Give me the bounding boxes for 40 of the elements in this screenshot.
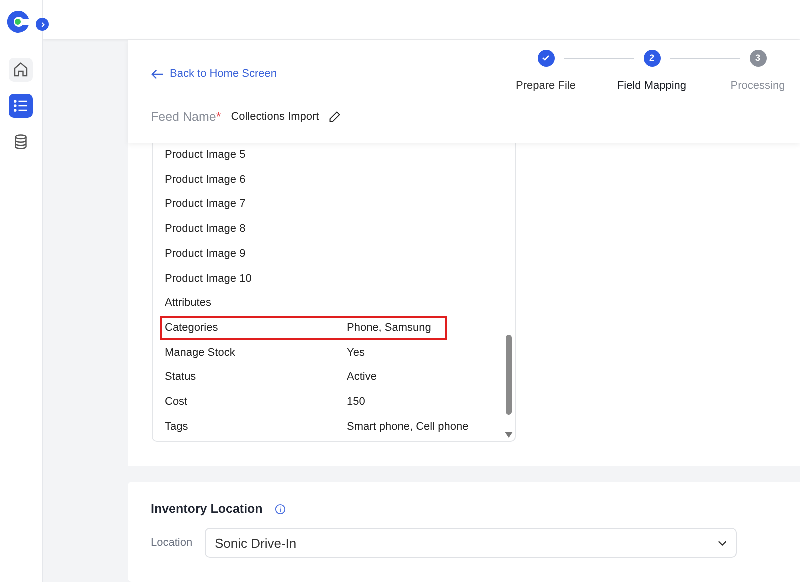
field-value: Smart phone, Cell phone [347,420,469,433]
field-name: Product Image 6 [165,174,247,186]
back-link[interactable]: Back to Home Screen [151,68,277,81]
step-number: 2 [644,50,660,67]
nav-home-button[interactable] [9,58,33,82]
field-name: Tags [165,420,190,433]
arrow-left-icon [151,68,164,81]
location-label: Location [151,537,194,549]
field-value: 150 [347,396,366,408]
field-value: Phone, Samsung [347,322,432,334]
nav-list-button[interactable] [9,94,33,118]
info-icon[interactable] [274,504,286,514]
field-name: Categories [165,322,220,334]
field-name: Product Image 10 [165,272,253,285]
step-label: Prepare File [516,80,576,92]
field-name: Product Image 7 [165,198,247,210]
field-name: Product Image 5 [165,149,247,162]
field-name: Product Image 8 [165,223,247,236]
field-name: Manage Stock [165,346,236,359]
feed-name-value: Collections Import [231,110,320,123]
step-label: Field Mapping [617,80,687,92]
field-name: Cost [165,396,189,408]
database-icon [12,133,30,151]
home-icon [12,61,30,79]
scrollbar-thumb[interactable] [506,334,512,415]
expand-button[interactable] [36,18,49,31]
field-value: Yes [347,346,365,359]
field-value: Active [347,371,377,384]
location-select[interactable]: Sonic Drive-In [205,528,737,558]
list-icon [12,97,30,115]
feed-name-label: Feed Name* [151,110,222,124]
scroll-down-icon[interactable] [505,432,513,438]
step-number: 3 [750,50,766,67]
logo-icon [6,10,30,34]
edit-pencil-icon[interactable] [329,110,342,123]
field-name: Status [165,371,198,384]
field-name: Attributes [165,297,212,310]
step-label: Processing [730,80,786,92]
field-name: Product Image 9 [165,248,247,260]
section-title: Inventory Location [151,502,263,516]
